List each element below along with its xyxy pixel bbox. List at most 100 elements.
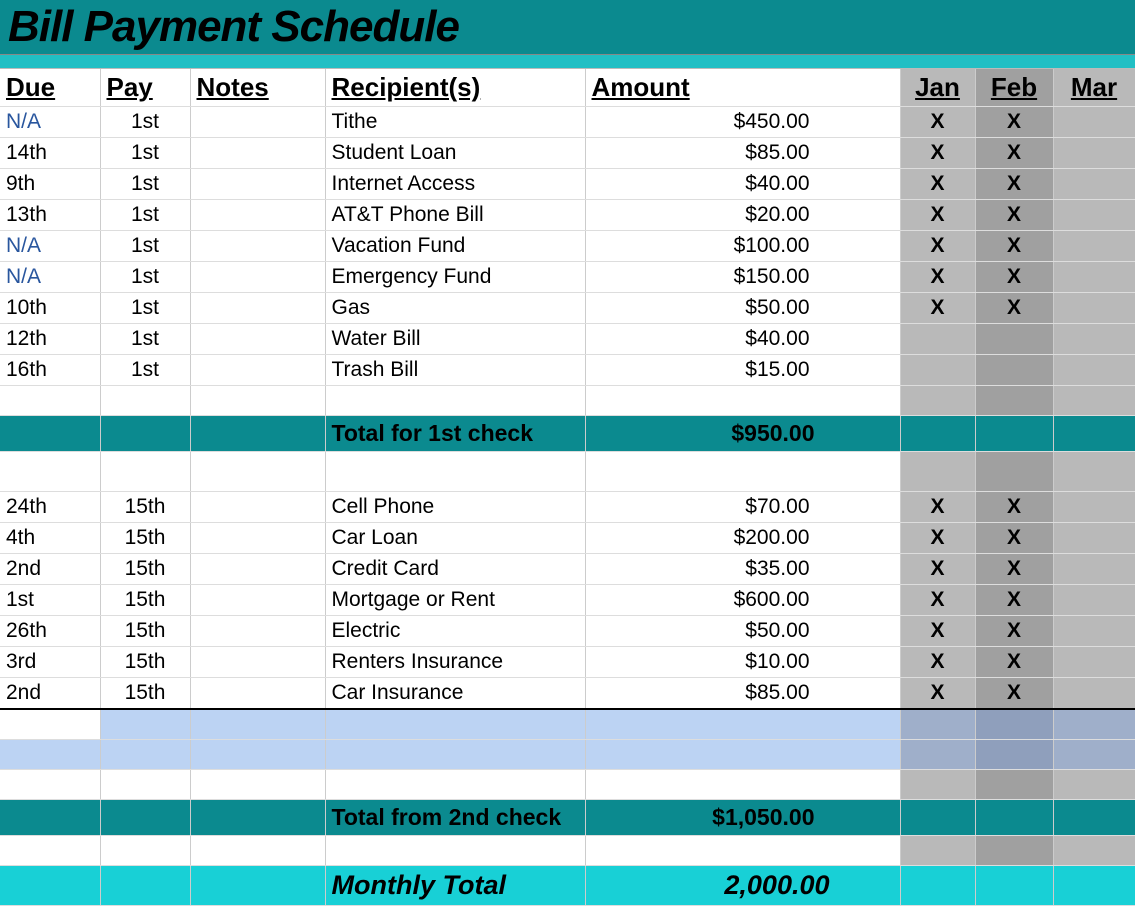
cell-feb[interactable]: X [975,647,1053,678]
cell-mar[interactable] [1053,523,1135,554]
cell-due[interactable]: 4th [0,523,100,554]
cell-due[interactable]: 26th [0,616,100,647]
cell-amount[interactable]: $50.00 [585,293,900,324]
cell-feb[interactable] [975,355,1053,386]
cell-notes[interactable] [190,554,325,585]
cell-feb[interactable] [975,324,1053,355]
cell-mar[interactable] [1053,231,1135,262]
cell-recipient[interactable]: Student Loan [325,138,585,169]
cell-recipient[interactable]: Electric [325,616,585,647]
cell-recipient[interactable]: Cell Phone [325,492,585,523]
col-jan[interactable]: Jan [900,69,975,107]
cell-mar[interactable] [1053,678,1135,710]
cell-notes[interactable] [190,585,325,616]
cell-notes[interactable] [190,616,325,647]
cell-mar[interactable] [1053,355,1135,386]
cell-mar[interactable] [1053,492,1135,523]
cell-recipient[interactable]: Credit Card [325,554,585,585]
cell-due[interactable]: N/A [0,231,100,262]
cell-recipient[interactable]: Car Insurance [325,678,585,710]
cell-amount[interactable]: $15.00 [585,355,900,386]
cell-recipient[interactable]: Water Bill [325,324,585,355]
cell-notes[interactable] [190,107,325,138]
cell-feb[interactable]: X [975,231,1053,262]
cell-feb[interactable]: X [975,585,1053,616]
cell-pay[interactable]: 15th [100,647,190,678]
cell-recipient[interactable]: Internet Access [325,169,585,200]
table-row[interactable]: N/A 1st Emergency Fund $150.00 X X [0,262,1135,293]
cell-amount[interactable]: $20.00 [585,200,900,231]
cell-feb[interactable]: X [975,200,1053,231]
cell-feb[interactable]: X [975,293,1053,324]
cell-feb[interactable]: X [975,523,1053,554]
cell-pay[interactable]: 1st [100,231,190,262]
cell-pay[interactable]: 1st [100,138,190,169]
col-mar[interactable]: Mar [1053,69,1135,107]
cell-recipient[interactable]: Trash Bill [325,355,585,386]
cell-due[interactable]: 1st [0,585,100,616]
cell-mar[interactable] [1053,585,1135,616]
cell-mar[interactable] [1053,324,1135,355]
cell-feb[interactable]: X [975,169,1053,200]
cell-notes[interactable] [190,231,325,262]
table-row[interactable]: 9th 1st Internet Access $40.00 X X [0,169,1135,200]
cell-due[interactable]: N/A [0,107,100,138]
table-row[interactable]: 3rd 15th Renters Insurance $10.00 X X [0,647,1135,678]
cell-jan[interactable] [900,355,975,386]
table-row[interactable]: 4th 15th Car Loan $200.00 X X [0,523,1135,554]
cell-due[interactable]: N/A [0,262,100,293]
cell-pay[interactable]: 1st [100,293,190,324]
cell-notes[interactable] [190,647,325,678]
cell-notes[interactable] [190,169,325,200]
cell-due[interactable]: 3rd [0,647,100,678]
cell-feb[interactable]: X [975,138,1053,169]
cell-pay[interactable]: 1st [100,262,190,293]
cell-notes[interactable] [190,138,325,169]
cell-recipient[interactable]: Vacation Fund [325,231,585,262]
cell-jan[interactable]: X [900,293,975,324]
col-pay[interactable]: Pay [100,69,190,107]
cell-notes[interactable] [190,523,325,554]
cell-recipient[interactable]: Renters Insurance [325,647,585,678]
cell-due[interactable]: 13th [0,200,100,231]
col-recipient[interactable]: Recipient(s) [325,69,585,107]
cell-jan[interactable]: X [900,231,975,262]
col-amount[interactable]: Amount [585,69,900,107]
cell-mar[interactable] [1053,647,1135,678]
cell-feb[interactable]: X [975,554,1053,585]
cell-pay[interactable]: 15th [100,492,190,523]
cell-jan[interactable]: X [900,678,975,710]
cell-pay[interactable]: 1st [100,169,190,200]
cell-due[interactable]: 24th [0,492,100,523]
cell-amount[interactable]: $40.00 [585,169,900,200]
cell-pay[interactable]: 15th [100,585,190,616]
cell-amount[interactable]: $100.00 [585,231,900,262]
cell-due[interactable]: 9th [0,169,100,200]
cell-feb[interactable]: X [975,492,1053,523]
cell-pay[interactable]: 15th [100,523,190,554]
cell-feb[interactable]: X [975,678,1053,710]
cell-feb[interactable]: X [975,616,1053,647]
cell-amount[interactable]: $150.00 [585,262,900,293]
table-row[interactable]: N/A 1st Vacation Fund $100.00 X X [0,231,1135,262]
cell-pay[interactable]: 15th [100,678,190,710]
table-row[interactable]: 24th 15th Cell Phone $70.00 X X [0,492,1135,523]
cell-notes[interactable] [190,492,325,523]
cell-recipient[interactable]: AT&T Phone Bill [325,200,585,231]
cell-mar[interactable] [1053,107,1135,138]
cell-jan[interactable]: X [900,169,975,200]
cell-jan[interactable]: X [900,200,975,231]
cell-jan[interactable] [900,324,975,355]
cell-amount[interactable]: $85.00 [585,678,900,710]
cell-due[interactable]: 2nd [0,554,100,585]
cell-jan[interactable]: X [900,138,975,169]
cell-jan[interactable]: X [900,554,975,585]
table-row[interactable]: 14th 1st Student Loan $85.00 X X [0,138,1135,169]
cell-jan[interactable]: X [900,616,975,647]
cell-jan[interactable]: X [900,492,975,523]
cell-mar[interactable] [1053,138,1135,169]
cell-mar[interactable] [1053,169,1135,200]
cell-due[interactable]: 16th [0,355,100,386]
table-row[interactable]: 2nd 15th Credit Card $35.00 X X [0,554,1135,585]
cell-mar[interactable] [1053,293,1135,324]
